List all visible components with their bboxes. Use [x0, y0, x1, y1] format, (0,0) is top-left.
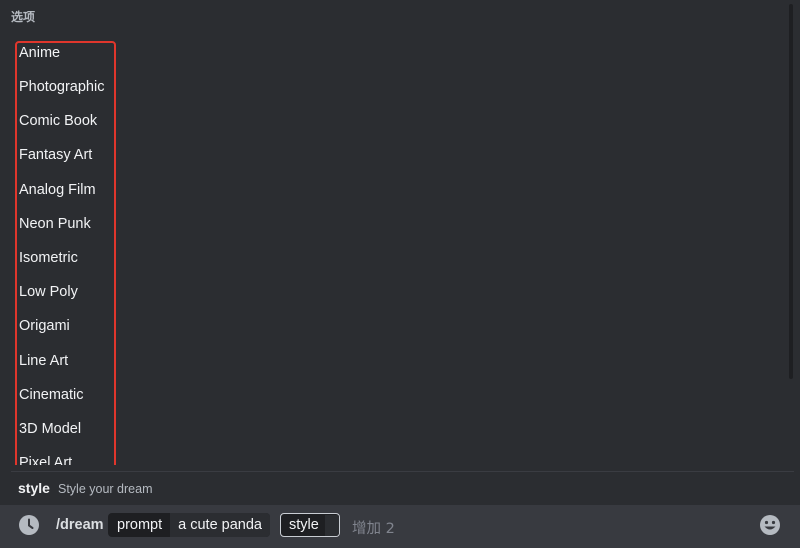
param-style-label: style [289, 516, 319, 533]
param-style-active[interactable]: style [280, 513, 340, 537]
option-hint-bar: style Style your dream [11, 471, 794, 505]
style-options-list: Anime Photographic Comic Book Fantasy Art An… [15, 41, 116, 465]
options-popup: 选项 Anime Photographic Comic Book Fantasy Ar… [0, 0, 794, 465]
style-option[interactable]: Anime [19, 43, 60, 63]
param-prompt[interactable]: prompt a cute panda [108, 513, 270, 537]
style-option[interactable]: Isometric [19, 248, 78, 268]
style-option[interactable]: Low Poly [19, 282, 78, 302]
chat-input-bar[interactable]: /dream prompt a cute panda style 增加 2 [0, 505, 800, 548]
slash-command-name: /dream [56, 517, 104, 533]
popup-scrollbar[interactable] [788, 0, 794, 383]
style-option[interactable]: Analog Film [19, 180, 96, 200]
hint-option-description: Style your dream [58, 482, 153, 496]
hint-option-name: style [18, 480, 50, 496]
emoji-smile-icon[interactable] [759, 514, 781, 536]
style-option[interactable]: Neon Punk [19, 214, 91, 234]
param-prompt-value[interactable]: a cute panda [170, 513, 270, 537]
param-style-input[interactable] [324, 514, 339, 536]
clock-icon[interactable] [18, 514, 40, 536]
style-option[interactable]: Origami [19, 316, 70, 336]
param-prompt-label: prompt [117, 517, 163, 533]
options-section-title: 选项 [11, 10, 36, 24]
style-option[interactable]: Line Art [19, 351, 68, 371]
style-option[interactable]: Cinematic [19, 385, 83, 405]
style-option[interactable]: Pixel Art [19, 453, 72, 465]
more-options-count[interactable]: 增加 2 [352, 517, 395, 538]
style-option[interactable]: Fantasy Art [19, 145, 92, 165]
style-option[interactable]: Photographic [19, 77, 104, 97]
scrollbar-thumb[interactable] [789, 4, 793, 379]
style-option[interactable]: 3D Model [19, 419, 81, 439]
style-option[interactable]: Comic Book [19, 111, 97, 131]
